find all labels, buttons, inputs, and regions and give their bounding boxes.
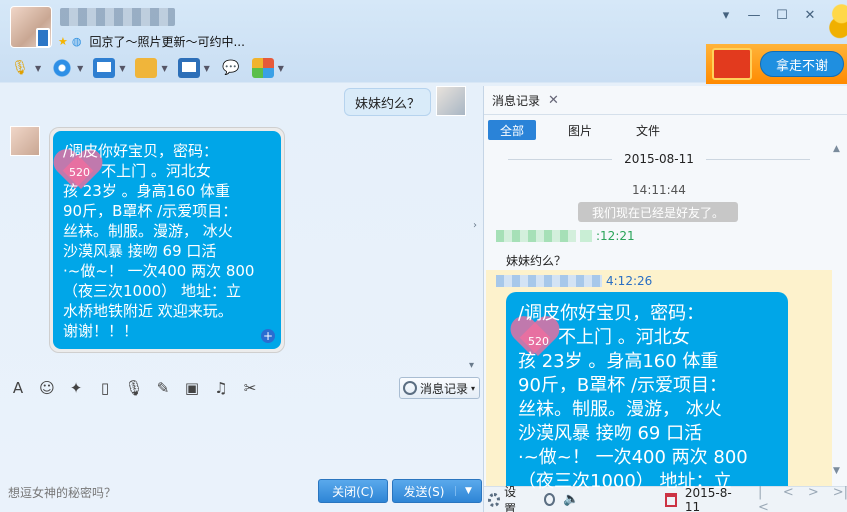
chevron-down-icon: ▾ (471, 383, 476, 393)
promo-banner[interactable]: 拿走不谢 (706, 44, 847, 84)
qzone-icon[interactable]: ◍ (72, 35, 82, 48)
voice-message-icon[interactable]: 🎙 (124, 378, 144, 398)
tab-message-history[interactable]: 消息记录 ✕ (492, 92, 559, 109)
calendar-icon[interactable] (665, 492, 677, 507)
incoming-message: 520 /调皮你好宝贝，密码： 不上门 。河北女 孩 23岁 。身高160 体重… (49, 127, 285, 353)
magic-wand-icon[interactable]: ✦ (66, 378, 86, 398)
chevron-down-icon[interactable]: ▼ (35, 64, 41, 73)
chat-toolbar: 🎙 ▼ ▼ ▼ ▼ ▼ 💬 ▼ (6, 55, 287, 81)
collapse-panel-arrow-icon[interactable]: › (473, 220, 477, 231)
screen-share-button[interactable]: ▼ (90, 55, 128, 81)
new-message-button[interactable]: 💬 (217, 55, 245, 81)
message-icon: 💬 (222, 60, 240, 76)
file-transfer-button[interactable]: ▼ (132, 55, 170, 81)
filter-files[interactable]: 文件 (624, 120, 672, 140)
incoming-message-text: /调皮你好宝贝，密码： 不上门 。河北女 孩 23岁 。身高160 体重 90斤… (63, 142, 255, 340)
sender-time-blurred (580, 230, 592, 242)
scroll-down-icon[interactable]: ▼ (833, 466, 840, 476)
mascot-icon[interactable] (829, 0, 847, 46)
contact-status-row: ★ ◍ 回京了～照片更新～可约中... (58, 33, 245, 49)
chevron-down-icon[interactable]: ▼ (119, 64, 125, 73)
message-history-label: 消息记录 (420, 381, 469, 396)
history-scrollbar[interactable]: ▲ ▼ (833, 144, 845, 480)
shake-icon[interactable]: ▯ (95, 378, 115, 398)
chat-window: ★ ◍ 回京了～照片更新～可约中... ▾ — ☐ ✕ 🎙 ▼ ▼ ▼ ▼ ▼ 💬… (0, 0, 847, 512)
outgoing-message: 妹妹约么？ (344, 88, 432, 116)
apps-button[interactable]: ▼ (249, 55, 287, 81)
scroll-down-icon[interactable]: ▾ (469, 360, 474, 371)
scroll-up-icon[interactable]: ▲ (833, 144, 840, 154)
video-call-button[interactable]: ▼ (48, 55, 86, 81)
sender-name-blurred (496, 230, 576, 242)
font-icon[interactable]: A (8, 378, 28, 398)
image-icon[interactable]: ▣ (182, 378, 202, 398)
contact-avatar-small[interactable] (10, 126, 40, 156)
prev-page-icon[interactable]: < (783, 485, 794, 512)
send-button-label: 发送(S) (403, 484, 445, 499)
history-sender-me: 4:12:26 (496, 274, 652, 288)
system-time: 14:11:44 (632, 183, 686, 197)
history-sender-contact: :12:21 (496, 229, 635, 243)
apps-icon (251, 58, 274, 78)
remote-desktop-button[interactable]: ▼ (175, 55, 213, 81)
gift-icon (712, 48, 752, 80)
sender-name-blurred (496, 275, 602, 287)
maximize-icon[interactable]: ☐ (775, 8, 789, 23)
screenshot-scissors-icon[interactable]: ✂ (240, 378, 260, 398)
contact-name-blurred[interactable] (60, 8, 175, 26)
chevron-down-icon[interactable]: ▼ (161, 64, 167, 73)
filter-images[interactable]: 图片 (556, 120, 604, 140)
star-icon: ★ (58, 34, 68, 48)
camera-icon (51, 58, 74, 78)
message-time: :12:21 (596, 229, 635, 243)
gear-icon[interactable] (488, 492, 501, 507)
emoji-icon[interactable]: ☺ (37, 378, 57, 398)
close-button[interactable]: 关闭(C) (318, 479, 388, 503)
mobile-online-icon (36, 28, 50, 48)
my-avatar[interactable] (436, 86, 466, 116)
window-controls: ▾ — ☐ ✕ (719, 8, 817, 23)
mic-icon: 🎙 (11, 60, 29, 76)
screen-share-icon (93, 58, 116, 78)
promo-button[interactable]: 拿走不谢 (760, 51, 844, 77)
tab-label: 消息记录 (492, 94, 541, 108)
history-message-bubble: 520 /调皮你好宝贝，密码： 不上门 。河北女 孩 23岁 。身高160 体重… (506, 292, 788, 512)
chevron-down-icon[interactable]: ▼ (204, 64, 210, 73)
system-message: 我们现在已经是好友了。 (578, 202, 738, 222)
history-filters: 全部 图片 文件 (488, 120, 672, 140)
menu-dropdown-icon[interactable]: ▾ (719, 8, 733, 23)
next-page-icon[interactable]: > (808, 485, 819, 512)
divider (484, 114, 847, 115)
chat-messages[interactable]: 妹妹约么？ 520 /调皮你好宝贝，密码： 不上门 。河北女 孩 23岁 。身高… (0, 84, 482, 372)
filter-all[interactable]: 全部 (488, 120, 537, 140)
message-history-button[interactable]: 消息记录 ▾ (399, 377, 480, 399)
chevron-down-icon[interactable]: ▼ (77, 64, 83, 73)
voice-call-button[interactable]: 🎙 ▼ (6, 55, 44, 81)
search-icon[interactable] (544, 493, 556, 506)
history-panel: 消息记录 ✕ 全部 图片 文件 2015-08-11 14:11:44 我们现在… (483, 86, 847, 512)
close-icon[interactable]: ✕ (548, 93, 559, 108)
contact-signature: 回京了～照片更新～可约中... (89, 34, 245, 49)
send-button[interactable]: 发送(S) ▼ (392, 479, 482, 503)
music-icon[interactable]: ♫ (211, 378, 231, 398)
remote-desktop-icon (177, 58, 200, 78)
close-icon[interactable]: ✕ (803, 8, 817, 23)
input-placeholder: 想逗女神的秘密吗？ (8, 486, 117, 500)
minimize-icon[interactable]: — (747, 8, 761, 23)
clock-icon (403, 381, 417, 395)
heart-label: 520 (69, 166, 90, 179)
last-page-icon[interactable]: >| (833, 485, 847, 512)
file-transfer-icon (135, 58, 158, 78)
history-date-divider: 2015-08-11 (484, 152, 834, 166)
send-options-dropdown-icon[interactable]: ▼ (455, 486, 481, 496)
history-message-text: 妹妹约么？ (506, 254, 567, 268)
message-time: 4:12:26 (606, 274, 653, 288)
history-message-bubble-text: /调皮你好宝贝，密码： 不上门 。河北女 孩 23岁 。身高160 体重 90斤… (518, 303, 748, 492)
speaker-icon[interactable]: 🔈 (563, 492, 579, 507)
edit-icon[interactable]: ✎ (153, 378, 173, 398)
incoming-message-body: 520 /调皮你好宝贝，密码： 不上门 。河北女 孩 23岁 。身高160 体重… (53, 131, 281, 349)
chevron-down-icon[interactable]: ▼ (278, 64, 284, 73)
heart-label: 520 (528, 335, 549, 348)
